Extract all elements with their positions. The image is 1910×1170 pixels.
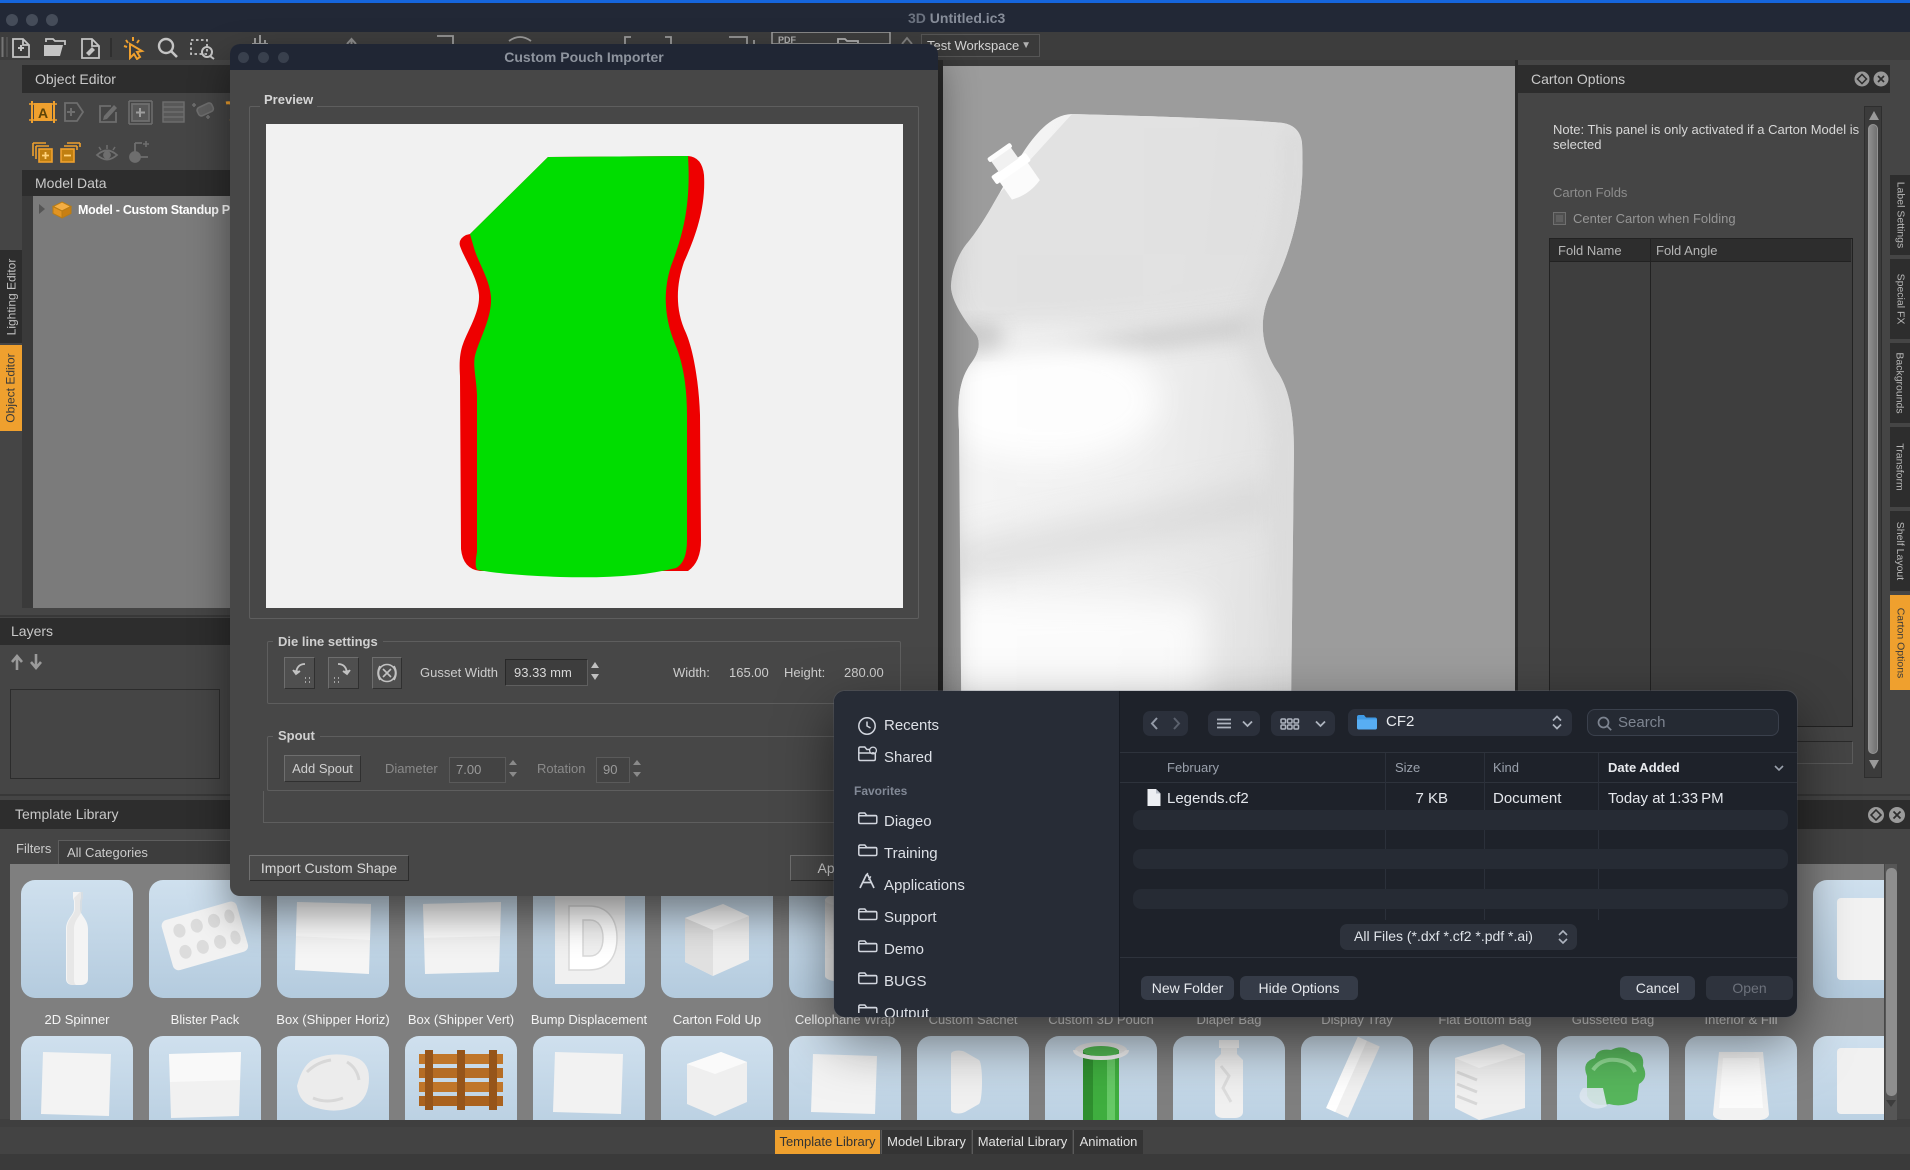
svg-text:A: A [38, 105, 48, 121]
